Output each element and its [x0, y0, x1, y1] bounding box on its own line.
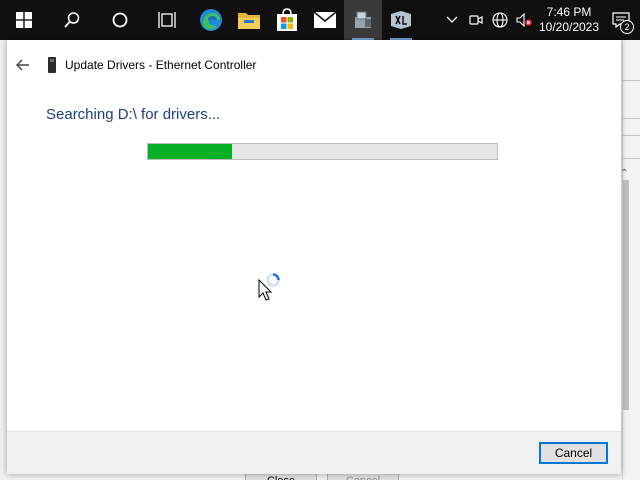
update-drivers-dialog: Update Drivers - Ethernet Controller Sea… [7, 40, 621, 474]
volume-button[interactable] [512, 0, 536, 40]
action-center-button[interactable]: 2 [602, 0, 640, 40]
search-icon [64, 12, 80, 28]
notification-count-badge: 2 [620, 20, 634, 34]
start-button[interactable] [0, 0, 48, 40]
search-button[interactable] [48, 0, 96, 40]
cancel-button[interactable]: Cancel [539, 442, 608, 464]
file-explorer-icon [238, 13, 260, 29]
background-scrollbar[interactable] [623, 180, 629, 410]
file-explorer-taskbar-button[interactable] [230, 0, 268, 40]
dialog-title: Update Drivers - Ethernet Controller [65, 58, 257, 72]
meet-now-icon [469, 15, 483, 25]
task-view-icon [158, 12, 176, 28]
busy-cursor-icon [258, 273, 280, 301]
system-tray: 7:46 PM 10/20/2023 2 [440, 0, 640, 40]
show-hidden-icons-button[interactable] [440, 0, 464, 40]
app-icon [391, 11, 411, 29]
clock-time: 7:46 PM [546, 5, 592, 19]
mail-taskbar-button[interactable] [306, 0, 344, 40]
clock-date: 10/20/2023 [538, 20, 600, 34]
search-progress-bar [147, 143, 498, 160]
chevron-up-icon [446, 16, 458, 23]
edge-taskbar-button[interactable] [192, 0, 230, 40]
cortana-button[interactable] [96, 0, 144, 40]
cortana-icon [112, 12, 128, 28]
progress-bar-fill [148, 144, 232, 159]
microsoft-store-taskbar-button[interactable] [268, 0, 306, 40]
edge-icon [200, 9, 222, 31]
back-button[interactable] [12, 54, 34, 76]
ethernet-device-icon [48, 57, 56, 73]
volume-muted-icon [516, 13, 532, 27]
device-manager-icon [355, 11, 371, 28]
task-view-button[interactable] [144, 0, 192, 40]
microsoft-store-icon [277, 8, 297, 31]
network-button[interactable] [488, 0, 512, 40]
mail-icon [313, 11, 337, 28]
meet-now-button[interactable] [464, 0, 488, 40]
dialog-footer: Cancel [7, 431, 621, 474]
network-icon [492, 12, 508, 28]
device-manager-taskbar-button[interactable] [344, 0, 382, 40]
app-taskbar-button[interactable] [382, 0, 420, 40]
back-arrow-icon [16, 59, 29, 71]
search-status-text: Searching D:\ for drivers... [46, 106, 221, 123]
windows-start-icon [16, 12, 32, 28]
scroll-up-icon: ⌃ [620, 168, 629, 179]
taskbar: 7:46 PM 10/20/2023 2 [0, 0, 640, 40]
clock[interactable]: 7:46 PM 10/20/2023 [536, 0, 602, 40]
dialog-header: Update Drivers - Ethernet Controller [7, 50, 621, 80]
